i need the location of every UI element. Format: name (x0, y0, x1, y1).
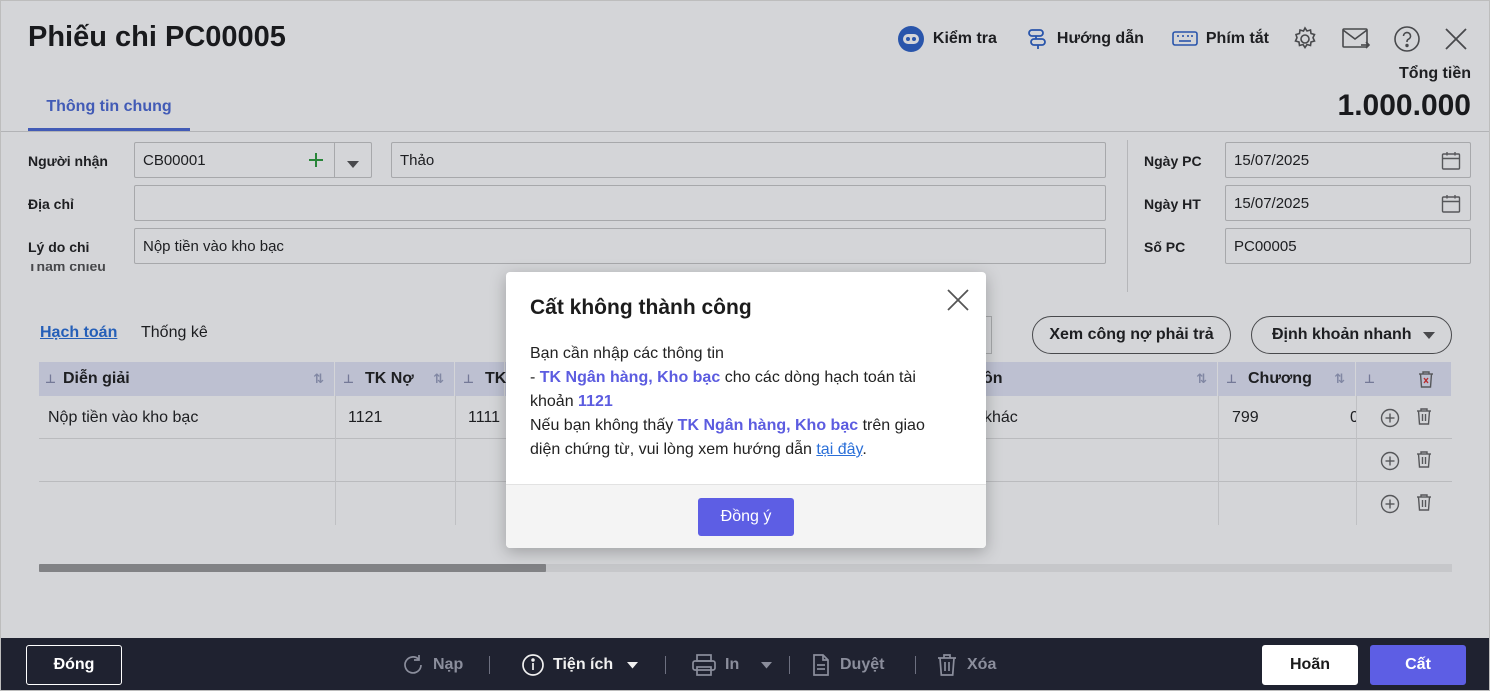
close-button[interactable]: Đóng (26, 645, 122, 685)
message-line-1: Bạn cần nhập các thông tin (530, 345, 724, 362)
delete-label: Xóa (967, 656, 997, 673)
info-icon (522, 654, 544, 676)
message-highlight-field: TK Ngân hàng, Kho bạc (539, 369, 721, 386)
dialog-footer: Đồng ý (506, 484, 986, 548)
footer-divider (789, 656, 790, 674)
approve-button[interactable]: Duyệt (810, 650, 884, 680)
reload-label: Nạp (433, 656, 464, 673)
caret-down-icon (761, 661, 773, 668)
voucher-window: Phiếu chi PC00005 Kiểm tra Hướng dẫn Phí… (0, 0, 1490, 691)
message-line-2b: khoản (530, 393, 574, 410)
message-line-3c: diện chứng từ, vui lòng xem hướng dẫn (530, 441, 812, 458)
document-icon (813, 654, 829, 676)
cancel-button[interactable]: Hoãn (1262, 645, 1358, 685)
error-dialog: Cất không thành công Bạn cần nhập các th… (506, 272, 986, 548)
print-label: In (725, 656, 740, 673)
trash-icon (938, 654, 956, 676)
printer-icon (692, 654, 716, 676)
message-line-3a: Nếu bạn không thấy (530, 417, 674, 434)
close-icon (947, 289, 969, 311)
footer-divider (489, 656, 490, 674)
caret-down-icon (627, 661, 639, 668)
message-dash: - (530, 369, 536, 386)
dialog-close-button[interactable] (946, 288, 970, 317)
footer-divider (665, 656, 666, 674)
guide-link[interactable]: tại đây (816, 441, 862, 458)
reload-button[interactable]: Nạp (401, 650, 463, 680)
footer-toolbar: Đóng Nạp Tiện ích In Duyệt Xóa Hoãn Cất (1, 638, 1489, 690)
message-line-3b: trên giao (862, 417, 925, 434)
message-dot: . (862, 441, 867, 458)
message-highlight-account: 1121 (578, 393, 613, 410)
dialog-message: Bạn cần nhập các thông tin - TK Ngân hàn… (530, 342, 966, 462)
print-button[interactable]: In (691, 650, 773, 680)
message-highlight-field-2: TK Ngân hàng, Kho bạc (677, 417, 859, 434)
dialog-title: Cất không thành công (530, 296, 752, 319)
utility-label: Tiện ích (553, 656, 614, 673)
message-line-2a: cho các dòng hạch toán tài (724, 369, 916, 386)
utility-button[interactable]: Tiện ích (521, 650, 639, 680)
save-button[interactable]: Cất (1370, 645, 1466, 685)
agree-button[interactable]: Đồng ý (698, 498, 794, 536)
approve-label: Duyệt (840, 656, 885, 673)
refresh-icon (404, 655, 422, 674)
delete-button[interactable]: Xóa (935, 650, 996, 680)
footer-divider (915, 656, 916, 674)
